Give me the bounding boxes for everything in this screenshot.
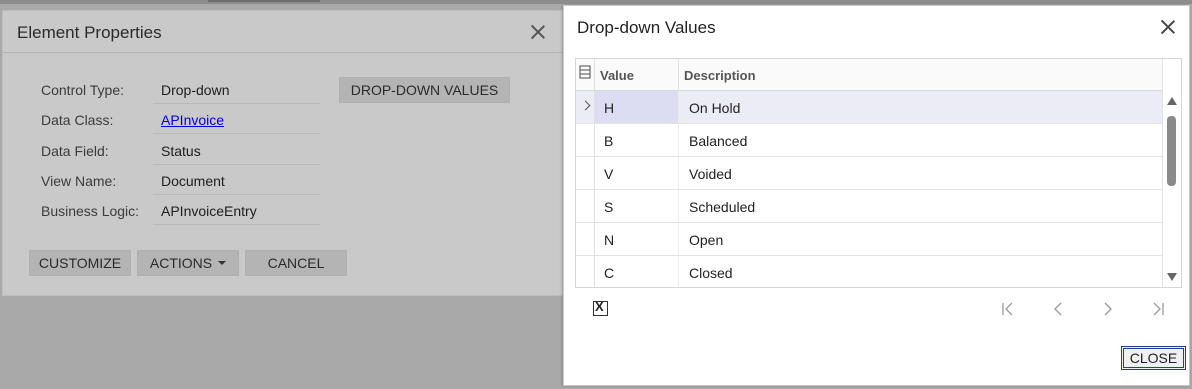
vertical-scrollbar[interactable] xyxy=(1162,59,1181,287)
row-selector[interactable] xyxy=(576,223,595,255)
chevron-right-icon xyxy=(580,100,591,111)
excel-export-icon[interactable]: X xyxy=(593,299,608,316)
close-icon[interactable] xyxy=(529,23,547,41)
actions-button-label: ACTIONS xyxy=(149,255,213,271)
value-cell[interactable]: C xyxy=(595,256,679,287)
description-cell[interactable]: Scheduled xyxy=(679,190,1162,222)
row-selector[interactable] xyxy=(576,157,595,189)
data-field-label: Data Field: xyxy=(41,143,109,159)
view-name-label: View Name: xyxy=(41,173,117,189)
cancel-button[interactable]: CANCEL xyxy=(245,250,347,276)
table-row[interactable]: N Open xyxy=(576,223,1162,256)
row-selector[interactable] xyxy=(576,190,595,222)
data-class-label: Data Class: xyxy=(41,112,114,128)
data-field-value: Status xyxy=(153,135,320,165)
drop-down-values-button[interactable]: DROP-DOWN VALUES xyxy=(339,77,510,103)
row-selector[interactable] xyxy=(576,256,595,287)
description-cell[interactable]: Balanced xyxy=(679,124,1162,156)
description-cell[interactable]: Open xyxy=(679,223,1162,255)
column-config-icon[interactable] xyxy=(576,59,595,90)
scroll-thumb[interactable] xyxy=(1167,116,1176,186)
value-cell[interactable]: N xyxy=(595,223,679,255)
first-page-icon[interactable] xyxy=(1001,302,1015,316)
element-properties-dialog: Element Properties Control Type: Drop-do… xyxy=(2,10,563,296)
value-cell[interactable]: B xyxy=(595,124,679,156)
business-logic-value: APInvoiceEntry xyxy=(153,195,320,225)
scroll-up-icon[interactable] xyxy=(1167,97,1177,105)
column-header-description[interactable]: Description xyxy=(679,59,1162,91)
view-name-value: Document xyxy=(153,165,320,195)
table-row[interactable]: V Voided xyxy=(576,157,1162,190)
table-row[interactable]: B Balanced xyxy=(576,124,1162,157)
table-row[interactable]: H On Hold xyxy=(576,91,1162,124)
dialog-header: Element Properties xyxy=(3,11,562,53)
business-logic-label: Business Logic: xyxy=(41,203,140,219)
last-page-icon[interactable] xyxy=(1151,302,1165,316)
values-grid: Value Description H On Hold B Balanced V… xyxy=(575,58,1182,288)
dialog-title: Drop-down Values xyxy=(577,18,716,37)
row-selector[interactable] xyxy=(576,124,595,156)
description-cell[interactable]: Closed xyxy=(679,256,1162,287)
scroll-down-icon[interactable] xyxy=(1167,273,1177,281)
control-type-label: Control Type: xyxy=(41,82,125,98)
next-page-icon[interactable] xyxy=(1101,302,1115,316)
caret-down-icon xyxy=(218,261,227,266)
column-header-value[interactable]: Value xyxy=(595,59,679,91)
previous-page-icon[interactable] xyxy=(1051,302,1065,316)
background-tab xyxy=(208,0,320,2)
table-row[interactable]: C Closed xyxy=(576,256,1162,287)
drop-down-values-dialog: Drop-down Values Value Description H On … xyxy=(563,5,1190,386)
description-cell[interactable]: On Hold xyxy=(679,91,1162,123)
customize-button[interactable]: CUSTOMIZE xyxy=(29,250,131,276)
actions-button[interactable]: ACTIONS xyxy=(137,250,239,276)
dialog-title: Element Properties xyxy=(17,23,162,42)
table-row[interactable]: S Scheduled xyxy=(576,190,1162,223)
grid-header: Value Description xyxy=(576,59,1162,91)
value-cell[interactable]: S xyxy=(595,190,679,222)
value-cell[interactable]: V xyxy=(595,157,679,189)
control-type-value: Drop-down xyxy=(153,74,320,104)
row-selector[interactable] xyxy=(576,91,595,123)
description-cell[interactable]: Voided xyxy=(679,157,1162,189)
close-icon[interactable] xyxy=(1159,18,1177,36)
background-app-strip xyxy=(0,0,1192,4)
value-cell[interactable]: H xyxy=(595,91,679,123)
data-class-link[interactable]: APInvoice xyxy=(153,104,320,134)
close-button[interactable]: CLOSE xyxy=(1121,346,1186,370)
